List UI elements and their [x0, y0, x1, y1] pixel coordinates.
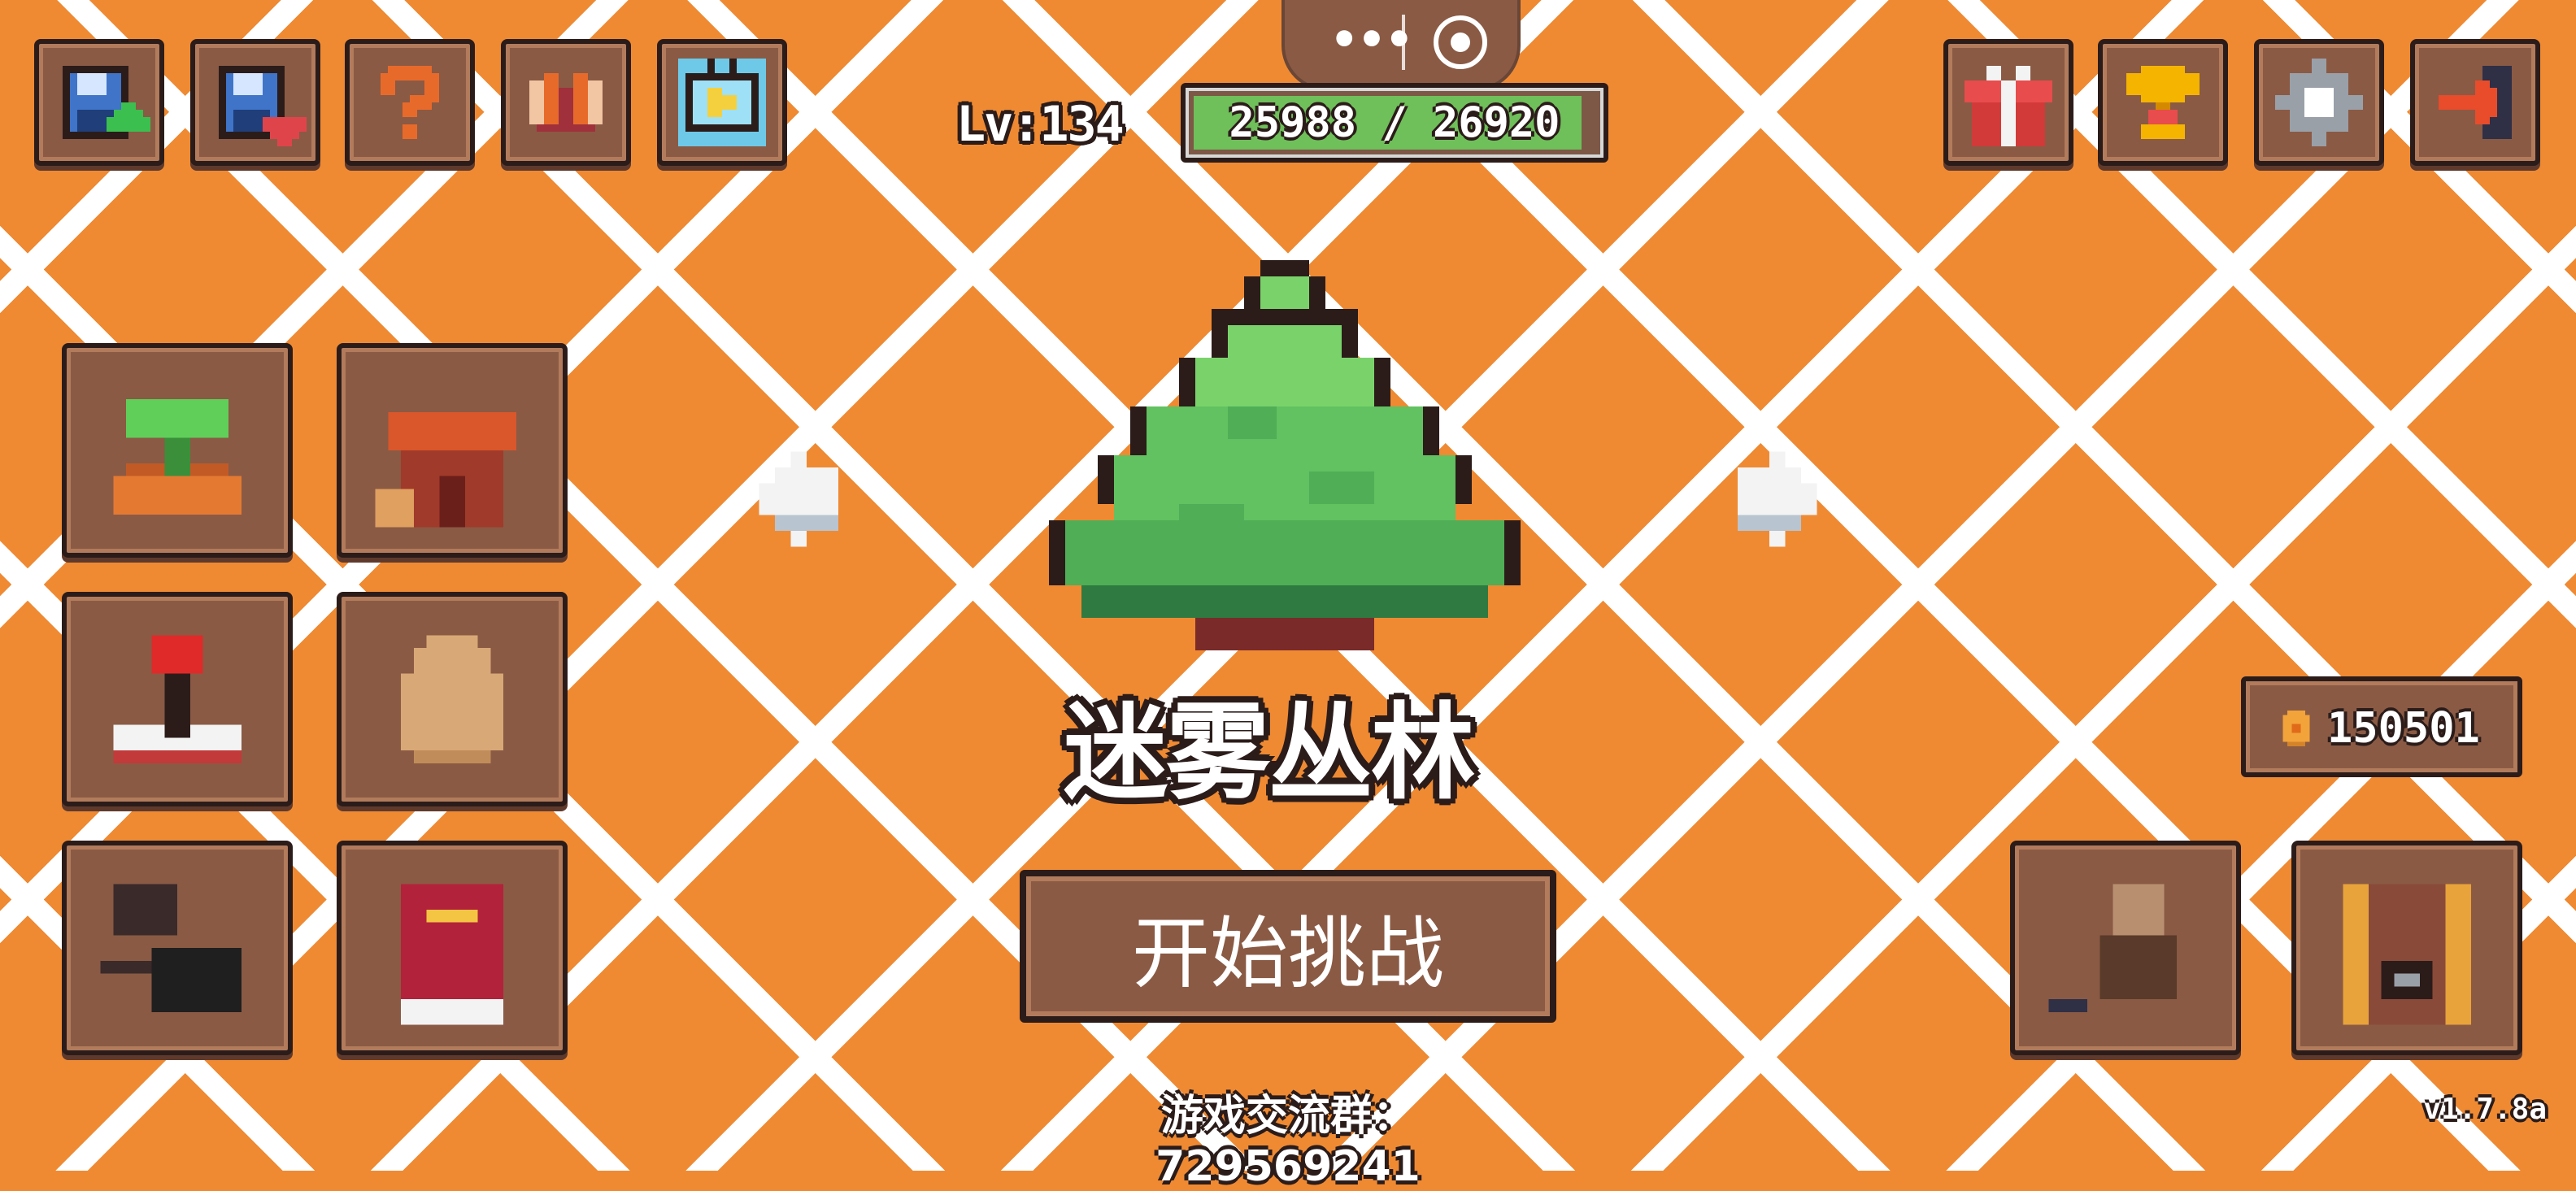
- save-download-icon: [219, 66, 307, 146]
- shop-house-button[interactable]: [337, 343, 568, 558]
- help-button[interactable]: [345, 39, 475, 166]
- gift-button[interactable]: [1943, 39, 2073, 166]
- farm-sprout-icon: [113, 399, 242, 515]
- coin-value: 150501: [2327, 704, 2480, 753]
- coin-icon: [2282, 711, 2310, 746]
- wings-icon: [529, 73, 603, 132]
- community-group-text: 游戏交流群：729569241: [1155, 1092, 1421, 1191]
- treasure-chest-button[interactable]: [2291, 841, 2522, 1055]
- player-level: Lv:134: [956, 96, 1125, 153]
- egg-icon: [401, 635, 503, 763]
- coin-counter: 150501: [2241, 676, 2522, 777]
- stage-name: 迷雾丛林: [1063, 693, 1475, 814]
- target-circle-icon[interactable]: [1428, 10, 1493, 75]
- save-download-button[interactable]: [190, 39, 320, 166]
- next-stage-arrow-icon[interactable]: [1706, 434, 1833, 564]
- version-label: v1.7.8a: [2423, 1093, 2547, 1126]
- farm-button[interactable]: [62, 343, 293, 558]
- save-upload-icon: [63, 66, 150, 139]
- pine-tree-icon: [1049, 260, 1521, 650]
- exit-arrow-icon: [2439, 66, 2512, 139]
- book-button[interactable]: [337, 841, 568, 1055]
- arcade-button[interactable]: [62, 592, 293, 806]
- capsule-divider: [1402, 15, 1405, 70]
- settings-button[interactable]: [2254, 39, 2384, 166]
- save-upload-button[interactable]: [34, 39, 164, 166]
- blacksmith-anvil-icon: [2035, 884, 2177, 1038]
- house-shop-icon: [375, 411, 516, 528]
- xp-text: 25988 / 26920: [1229, 98, 1560, 147]
- egg-button[interactable]: [337, 592, 568, 806]
- settings-gear-icon: [2275, 59, 2363, 146]
- cooking-button[interactable]: [62, 841, 293, 1055]
- video-play-icon: [678, 59, 766, 146]
- mini-program-capsule: •••: [1281, 0, 1521, 91]
- video-button[interactable]: [657, 39, 787, 166]
- frying-pan-icon: [100, 884, 242, 1012]
- xp-bar: 25988 / 26920: [1181, 83, 1608, 163]
- help-question-icon: [381, 66, 439, 139]
- wings-button[interactable]: [501, 39, 631, 166]
- arcade-joystick-icon: [113, 635, 242, 763]
- gift-box-icon: [1965, 66, 2052, 146]
- red-book-icon: [401, 884, 503, 1025]
- trophy-icon: [2126, 66, 2200, 139]
- exit-button[interactable]: [2410, 39, 2540, 166]
- treasure-chest-icon: [2343, 884, 2471, 1025]
- blacksmith-button[interactable]: [2010, 841, 2241, 1055]
- more-dots-icon[interactable]: •••: [1319, 11, 1425, 68]
- prev-stage-arrow-icon[interactable]: [743, 434, 870, 564]
- trophy-button[interactable]: [2098, 39, 2228, 166]
- start-challenge-button[interactable]: 开始挑战: [1020, 870, 1556, 1023]
